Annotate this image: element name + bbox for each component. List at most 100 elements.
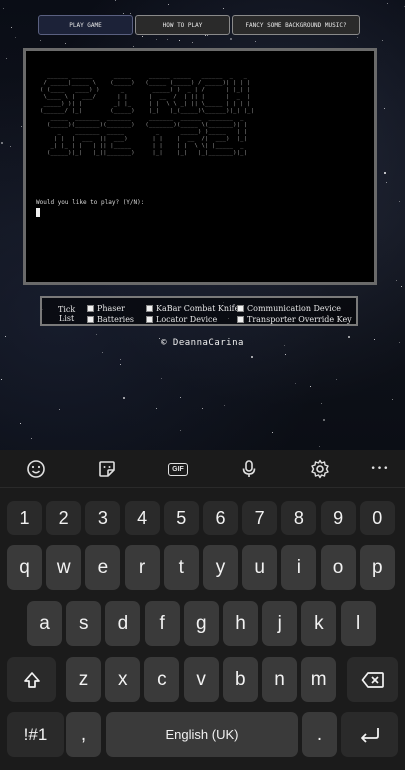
checkbox-communication-device[interactable]: Communication Device — [237, 304, 341, 313]
period-key[interactable]: . — [302, 712, 337, 757]
checkbox-transporter-key[interactable]: Transporter Override Key — [237, 315, 352, 324]
key-i[interactable]: i — [281, 545, 317, 590]
background-music-button[interactable]: FANCY SOME BACKGROUND MUSIC? — [232, 15, 360, 35]
copyright-credit: © DeannaCarina — [161, 338, 244, 348]
key-x[interactable]: x — [105, 657, 141, 702]
key-f[interactable]: f — [144, 601, 180, 646]
key-b[interactable]: b — [222, 657, 258, 702]
terminal-prompt: Would you like to play? (Y/N): — [36, 199, 145, 206]
star — [205, 35, 207, 37]
checkbox-locator-device[interactable]: Locator Device — [146, 315, 217, 324]
key-1[interactable]: 1 — [7, 501, 42, 535]
star — [160, 378, 162, 380]
star — [396, 280, 398, 282]
star — [222, 7, 224, 9]
backspace-key[interactable] — [347, 657, 398, 702]
checkbox-kabar-knife[interactable]: KaBar Combat Knife — [146, 304, 239, 313]
settings-icon[interactable] — [309, 459, 331, 479]
star — [5, 58, 7, 60]
star — [21, 125, 23, 127]
star — [9, 145, 11, 147]
space-bar[interactable]: English (UK) — [106, 712, 298, 757]
key-r[interactable]: r — [124, 545, 160, 590]
star — [167, 3, 169, 5]
star — [400, 285, 402, 287]
checkbox-icon[interactable] — [146, 305, 153, 312]
star — [310, 386, 312, 388]
key-5[interactable]: 5 — [163, 501, 199, 535]
star — [387, 3, 389, 5]
key-u[interactable]: u — [242, 545, 278, 590]
star — [224, 405, 226, 407]
key-3[interactable]: 3 — [85, 501, 121, 535]
tick-list-panel: Tick List Phaser KaBar Combat Knife Comm… — [40, 296, 358, 326]
comma-key[interactable]: , — [66, 712, 101, 757]
key-d[interactable]: d — [105, 601, 141, 646]
text-cursor — [36, 208, 40, 217]
key-a[interactable]: a — [27, 601, 62, 646]
checkbox-icon[interactable] — [237, 316, 244, 323]
key-2[interactable]: 2 — [46, 501, 82, 535]
checkbox-batteries[interactable]: Batteries — [87, 315, 134, 324]
on-screen-keyboard: GIF ••• 1234567890 qwertyuiop asdfghjkl zxc… — [0, 450, 405, 770]
key-7[interactable]: 7 — [242, 501, 278, 535]
key-m[interactable]: m — [301, 657, 337, 702]
more-icon[interactable]: ••• — [369, 459, 391, 479]
key-0[interactable]: 0 — [359, 501, 395, 535]
key-h[interactable]: h — [223, 601, 258, 646]
gif-label: GIF — [168, 462, 188, 476]
sticker-icon[interactable] — [96, 459, 118, 479]
emoji-icon[interactable] — [25, 459, 47, 479]
gif-icon[interactable]: GIF — [167, 459, 189, 479]
star — [40, 39, 42, 41]
play-game-button[interactable]: PLAY GAME — [38, 15, 133, 35]
shift-icon — [23, 671, 40, 688]
key-l[interactable]: l — [340, 601, 376, 646]
checkbox-phaser[interactable]: Phaser — [87, 304, 125, 313]
key-9[interactable]: 9 — [320, 501, 356, 535]
shift-key[interactable] — [7, 657, 56, 702]
key-q[interactable]: q — [7, 545, 42, 590]
key-w[interactable]: w — [46, 545, 82, 590]
symbols-key[interactable]: !#1 — [7, 712, 64, 757]
enter-key[interactable] — [341, 712, 398, 757]
star — [202, 407, 204, 409]
star — [336, 379, 338, 381]
key-t[interactable]: t — [163, 545, 199, 590]
star — [119, 364, 121, 366]
star — [141, 35, 143, 37]
checkbox-icon[interactable] — [237, 305, 244, 312]
key-y[interactable]: y — [203, 545, 238, 590]
star — [5, 335, 7, 337]
checkbox-icon[interactable] — [87, 316, 94, 323]
star — [255, 41, 257, 43]
key-g[interactable]: g — [183, 601, 219, 646]
key-4[interactable]: 4 — [124, 501, 160, 535]
key-p[interactable]: p — [359, 545, 395, 590]
star — [95, 334, 97, 336]
star — [166, 38, 168, 40]
key-e[interactable]: e — [85, 545, 121, 590]
key-j[interactable]: j — [262, 601, 298, 646]
key-6[interactable]: 6 — [203, 501, 238, 535]
key-k[interactable]: k — [301, 601, 337, 646]
key-s[interactable]: s — [66, 601, 102, 646]
top-nav: PLAY GAME HOW TO PLAY FANCY SOME BACKGRO… — [38, 15, 360, 35]
star — [0, 142, 3, 145]
checkbox-icon[interactable] — [87, 305, 94, 312]
how-to-play-button[interactable]: HOW TO PLAY — [135, 15, 230, 35]
game-terminal[interactable]: ______ ______ _____ ______ _____ ______ … — [23, 48, 377, 285]
star — [132, 45, 134, 47]
star — [356, 37, 358, 39]
key-o[interactable]: o — [320, 545, 356, 590]
key-v[interactable]: v — [183, 657, 219, 702]
star — [179, 430, 181, 432]
key-n[interactable]: n — [262, 657, 297, 702]
key-c[interactable]: c — [144, 657, 180, 702]
key-8[interactable]: 8 — [281, 501, 317, 535]
checkbox-icon[interactable] — [146, 316, 153, 323]
star — [59, 409, 61, 411]
star — [156, 407, 158, 409]
mic-icon[interactable] — [238, 459, 260, 479]
key-z[interactable]: z — [66, 657, 101, 702]
